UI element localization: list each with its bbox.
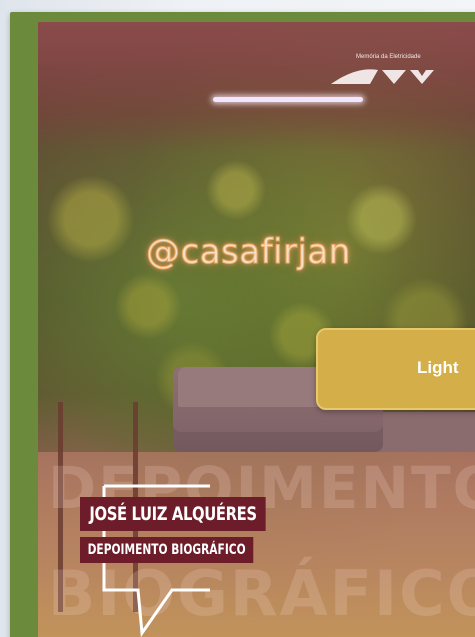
light-button[interactable]: Light	[316, 328, 475, 410]
light-button-label: Light	[417, 358, 459, 377]
speaker-subtitle: DEPOIMENTO BIOGRÁFICO	[80, 537, 254, 563]
speaker-name: JOSÉ LUIZ ALQUÉRES	[80, 497, 267, 531]
logo-caption: Memória da Eletricidade	[356, 54, 421, 60]
neon-sign: @casafirjan	[146, 232, 351, 273]
memoria-eletricidade-logo-icon	[331, 69, 434, 84]
